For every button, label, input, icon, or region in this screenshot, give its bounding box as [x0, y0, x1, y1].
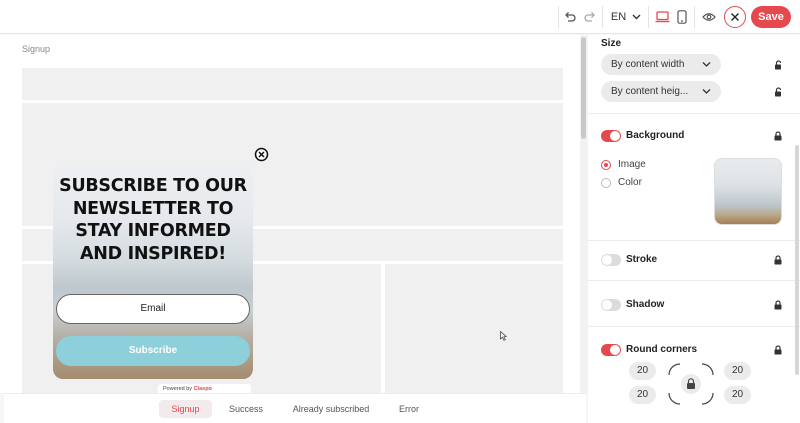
placeholder-block	[22, 68, 563, 100]
desktop-icon	[655, 11, 669, 23]
panel-scrollbar[interactable]	[795, 145, 799, 375]
signup-popup[interactable]: SUBSCRIBE TO OUR NEWSLETTER TO STAY INFO…	[53, 163, 253, 379]
lock-icon[interactable]	[774, 131, 782, 141]
section-divider	[588, 113, 800, 114]
tab-signup[interactable]: Signup	[159, 400, 212, 418]
width-mode-value: By content width	[611, 59, 685, 70]
language-value: EN	[610, 11, 627, 23]
preview-button[interactable]	[700, 5, 718, 29]
unlock-icon[interactable]	[774, 87, 783, 97]
chevron-down-icon	[702, 62, 711, 67]
background-image-label: Image	[618, 159, 646, 170]
background-color-label: Color	[618, 177, 642, 188]
corner-top-right-input[interactable]: 20	[724, 362, 751, 380]
toolbar-divider	[602, 6, 603, 28]
save-button[interactable]: Save	[751, 6, 791, 28]
shadow-toggle[interactable]	[601, 299, 621, 311]
close-editor-button[interactable]	[724, 6, 746, 28]
background-toggle[interactable]	[601, 130, 621, 142]
lock-icon[interactable]	[774, 255, 782, 265]
stroke-toggle[interactable]	[601, 254, 621, 266]
tab-success[interactable]: Success	[224, 400, 268, 418]
language-select[interactable]: EN	[608, 5, 644, 29]
stroke-label: Stroke	[626, 254, 658, 265]
redo-button[interactable]	[582, 5, 598, 29]
toolbar-divider	[648, 6, 649, 28]
email-input[interactable]: Email	[56, 294, 250, 324]
mobile-icon	[677, 10, 687, 24]
chevron-down-icon	[632, 14, 641, 20]
mouse-cursor-icon	[500, 331, 507, 341]
size-label: Size	[601, 38, 622, 49]
unlock-icon[interactable]	[774, 60, 783, 70]
popup-title: SUBSCRIBE TO OUR NEWSLETTER TO STAY INFO…	[59, 176, 247, 264]
popup-close-icon[interactable]	[254, 147, 269, 162]
undo-icon	[565, 12, 576, 22]
shadow-label: Shadow	[626, 299, 665, 310]
height-mode-value: By content heig...	[611, 86, 689, 97]
toolbar-divider	[558, 6, 559, 28]
state-tabs: Signup Success Already subscribed Error	[4, 393, 586, 423]
chevron-down-icon	[702, 89, 711, 94]
powered-by-badge: Powered by Claspo	[158, 384, 251, 393]
corner-link-lock-icon[interactable]	[668, 363, 714, 405]
round-corners-toggle[interactable]	[601, 344, 621, 356]
lock-icon[interactable]	[774, 300, 782, 310]
settings-panel: Size By content width By content heig...…	[588, 35, 800, 423]
background-image-radio[interactable]	[601, 160, 611, 170]
brand-logo: Claspo	[193, 386, 212, 392]
background-color-radio[interactable]	[601, 178, 611, 188]
tab-error[interactable]: Error	[394, 400, 424, 418]
tab-already-subscribed[interactable]: Already subscribed	[287, 400, 375, 418]
corner-bottom-left-input[interactable]: 20	[629, 386, 656, 404]
width-mode-select[interactable]: By content width	[601, 54, 721, 75]
canvas-scrollbar-thumb[interactable]	[581, 37, 586, 139]
lock-icon[interactable]	[774, 345, 782, 355]
desktop-view-button[interactable]	[654, 5, 670, 29]
background-image-thumbnail[interactable]	[714, 158, 782, 225]
top-toolbar: EN Save	[0, 0, 800, 34]
height-mode-select[interactable]: By content heig...	[601, 81, 721, 102]
powered-by-text: Powered by	[163, 386, 193, 392]
corner-bottom-right-input[interactable]: 20	[724, 386, 751, 404]
corner-top-left-input[interactable]: 20	[629, 362, 656, 380]
round-corners-label: Round corners	[626, 344, 698, 355]
undo-button[interactable]	[562, 5, 578, 29]
toolbar-divider	[694, 6, 695, 28]
placeholder-block	[385, 264, 563, 393]
section-divider	[588, 326, 800, 327]
breadcrumb: Signup	[22, 44, 51, 54]
mobile-view-button[interactable]	[674, 5, 690, 29]
subscribe-button[interactable]: Subscribe	[56, 336, 250, 366]
redo-icon	[584, 12, 595, 22]
section-divider	[588, 280, 800, 281]
close-icon	[731, 13, 739, 21]
eye-icon	[702, 13, 716, 21]
background-label: Background	[626, 130, 685, 141]
section-divider	[588, 240, 800, 241]
